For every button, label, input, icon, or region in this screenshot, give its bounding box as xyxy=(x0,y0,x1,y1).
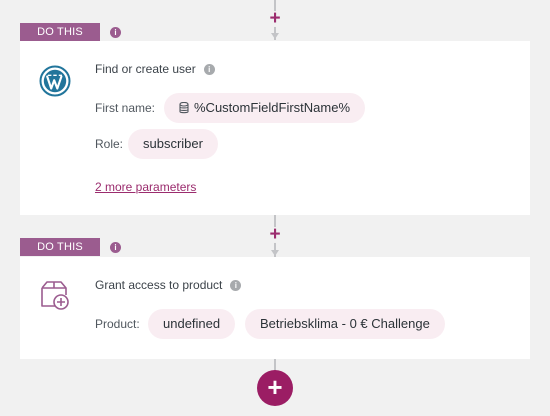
param-value-text: %CustomFieldFirstName% xyxy=(194,100,351,115)
product-box-add-icon xyxy=(39,279,71,316)
info-icon[interactable]: i xyxy=(110,242,121,253)
param-value-product-undefined[interactable]: undefined xyxy=(148,309,236,339)
info-icon[interactable]: i xyxy=(203,64,215,75)
card-title-text: Grant access to product xyxy=(95,278,223,292)
action-card-find-or-create-user[interactable]: Find or create user i First name: %Custom… xyxy=(20,41,530,215)
wordpress-icon xyxy=(39,65,71,102)
param-value-product-name[interactable]: Betriebsklima - 0 € Challenge xyxy=(245,309,445,339)
card-title-text: Find or create user xyxy=(95,62,196,76)
param-value-role[interactable]: subscriber xyxy=(128,129,218,159)
add-step-button-middle[interactable]: + xyxy=(267,225,283,244)
param-label-first-name: First name: xyxy=(95,101,156,115)
add-step-button[interactable]: + xyxy=(257,370,293,406)
info-icon[interactable]: i xyxy=(110,27,121,38)
connector-arrow-middle xyxy=(271,250,279,256)
add-step-button-top[interactable]: + xyxy=(267,9,283,28)
param-label-product: Product: xyxy=(95,317,140,331)
card-title: Grant access to product i xyxy=(95,278,242,292)
action-card-grant-access[interactable]: Grant access to product i Product: undefi… xyxy=(20,257,530,359)
do-this-badge-2: DO THIS xyxy=(20,238,100,256)
do-this-badge-1: DO THIS xyxy=(20,23,100,41)
card-title: Find or create user i xyxy=(95,62,215,76)
more-parameters-link[interactable]: 2 more parameters xyxy=(95,180,196,194)
connector-arrow-top xyxy=(271,33,279,39)
param-label-role: Role: xyxy=(95,137,124,151)
info-icon[interactable]: i xyxy=(230,280,242,291)
database-icon xyxy=(179,95,189,125)
param-value-first-name[interactable]: %CustomFieldFirstName% xyxy=(164,93,366,125)
